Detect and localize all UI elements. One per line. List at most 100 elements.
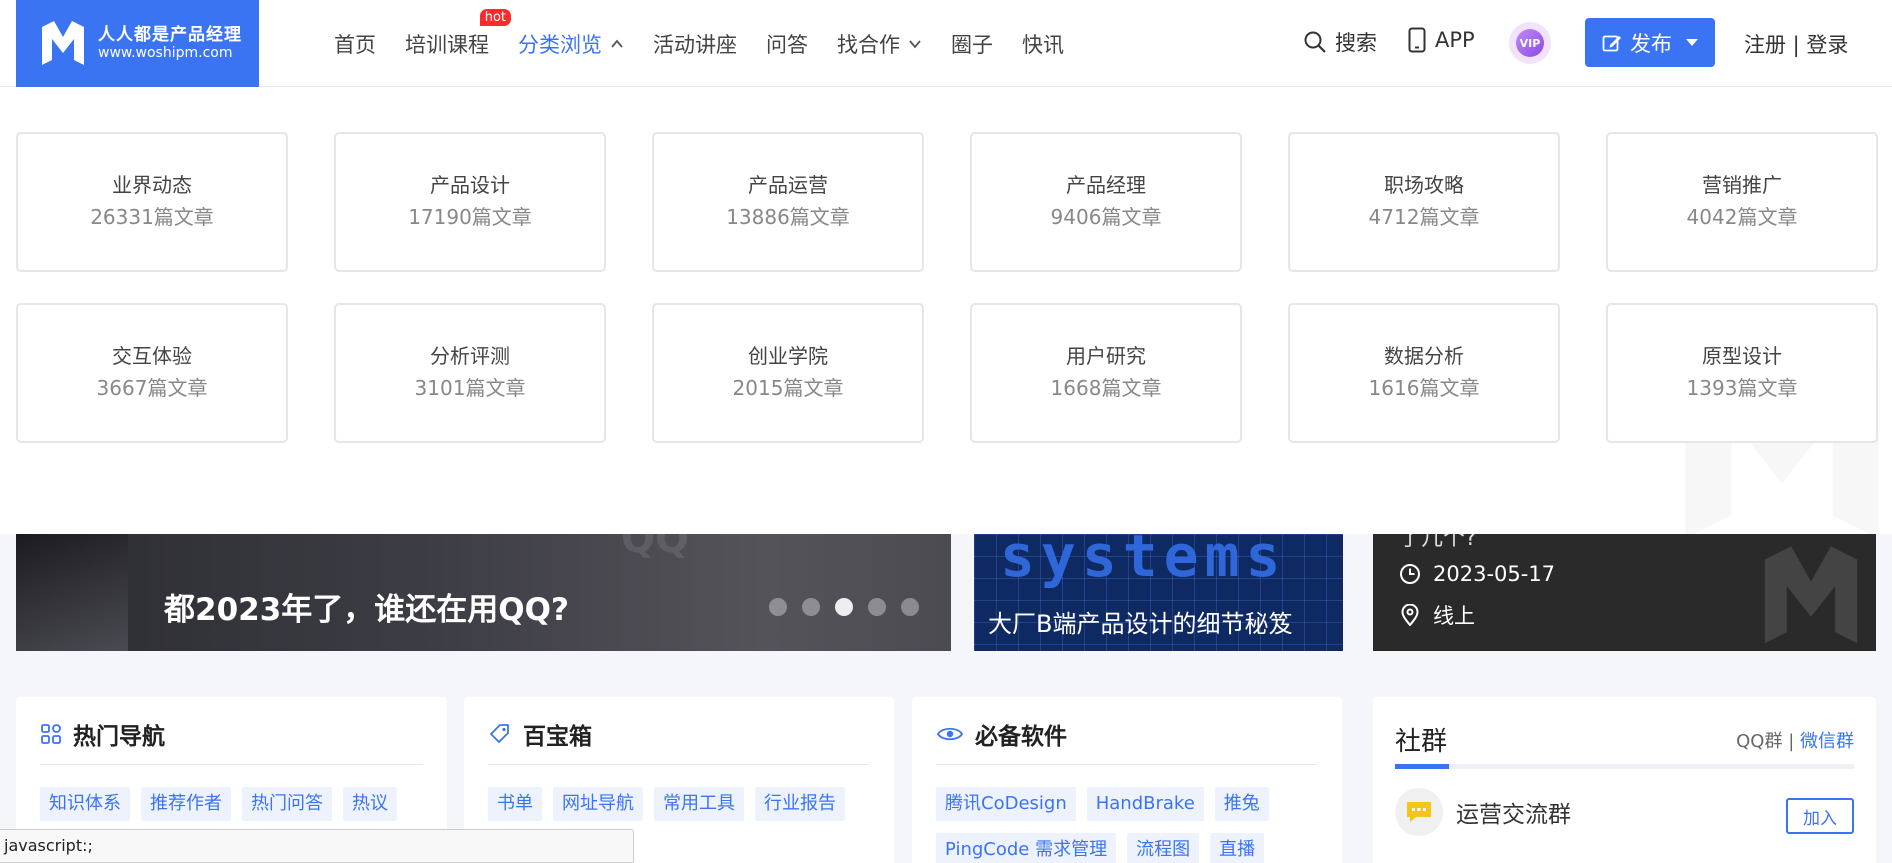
category-card[interactable]: 营销推广 4042篇文章 [1606, 132, 1878, 272]
category-name: 数据分析 [1384, 344, 1464, 368]
watermark-logo-icon [1764, 546, 1858, 644]
card-title: 必备软件 [975, 724, 1067, 750]
tag-link[interactable]: 腾讯CoDesign [936, 787, 1076, 821]
grid-icon [41, 724, 61, 744]
edit-icon [1602, 35, 1621, 51]
category-name: 产品运营 [748, 173, 828, 197]
event-banner[interactable]: 了几个? 2023-05-17 线上 [1373, 534, 1876, 651]
category-card[interactable]: 业界动态 26331篇文章 [16, 132, 288, 272]
logo-url: www.woshipm.com [98, 45, 233, 62]
qq-group-link[interactable]: QQ群 [1736, 731, 1782, 752]
category-article-count: 4042篇文章 [1686, 205, 1798, 229]
tag-link[interactable]: 推荐作者 [141, 787, 231, 821]
search-button[interactable]: 搜索 [1303, 27, 1377, 57]
register-login-link[interactable]: 注册 | 登录 [1744, 29, 1848, 59]
category-article-count: 17190篇文章 [408, 205, 532, 229]
tag-link[interactable]: 常用工具 [654, 787, 744, 821]
tag-link[interactable]: PingCode 需求管理 [936, 833, 1117, 863]
community-group-row: 运营交流群 [1395, 788, 1571, 836]
logo-m-icon [42, 20, 84, 65]
category-card[interactable]: 职场攻略 4712篇文章 [1288, 132, 1560, 272]
tag-link[interactable]: 热门问答 [242, 787, 332, 821]
nav-item-home[interactable]: 首页 [334, 29, 376, 59]
hot-badge: hot [479, 8, 511, 26]
join-button[interactable]: 加入 [1786, 798, 1854, 834]
category-name: 用户研究 [1066, 344, 1146, 368]
caret-down-icon [1686, 39, 1698, 46]
category-card[interactable]: 创业学院 2015篇文章 [652, 303, 924, 443]
card-title: 热门导航 [73, 724, 165, 750]
category-card[interactable]: 用户研究 1668篇文章 [970, 303, 1242, 443]
category-article-count: 1668篇文章 [1050, 376, 1162, 400]
publish-button[interactable]: 发布 [1585, 18, 1715, 67]
chat-bubble-icon [1395, 788, 1443, 836]
category-card[interactable]: 原型设计 1393篇文章 [1606, 303, 1878, 443]
category-article-count: 26331篇文章 [90, 205, 214, 229]
nav-item-circle[interactable]: 圈子 [951, 29, 993, 59]
nav-item-training[interactable]: 培训课程 hot [405, 8, 511, 59]
carousel-dot[interactable] [802, 598, 820, 616]
logo-name: 人人都是产品经理 [98, 24, 242, 45]
wechat-group-link[interactable]: 微信群 [1800, 731, 1854, 752]
tag-link[interactable]: 流程图 [1127, 833, 1200, 863]
category-name: 分析评测 [430, 344, 510, 368]
category-card[interactable]: 产品设计 17190篇文章 [334, 132, 606, 272]
tag-link[interactable]: 推兔 [1214, 787, 1269, 821]
category-card[interactable]: 产品运营 13886篇文章 [652, 132, 924, 272]
main-nav: 首页 培训课程 hot 分类浏览 活动讲座 问答 找合作 圈子 快讯 [334, 0, 1093, 87]
category-article-count: 1616篇文章 [1368, 376, 1480, 400]
nav-item-qa[interactable]: 问答 [766, 29, 808, 59]
nav-item-news[interactable]: 快讯 [1022, 29, 1064, 59]
carousel-dot[interactable] [769, 598, 787, 616]
side-banner[interactable]: systems 大厂B端产品设计的细节秘笈 [974, 534, 1343, 651]
nav-item-cooperation[interactable]: 找合作 [837, 29, 922, 59]
tag-link[interactable]: 知识体系 [40, 787, 130, 821]
category-article-count: 13886篇文章 [726, 205, 850, 229]
carousel-dot[interactable] [901, 598, 919, 616]
tag-link[interactable]: 热议 [343, 787, 397, 821]
tag-list: 知识体系 推荐作者 热门问答 热议 [40, 787, 420, 833]
tag-link[interactable]: 直播 [1210, 833, 1265, 863]
category-article-count: 3101篇文章 [414, 376, 526, 400]
tag-link[interactable]: HandBrake [1086, 787, 1204, 821]
banner-title[interactable]: 都2023年了，谁还在用QQ? [164, 584, 569, 629]
category-card[interactable]: 分析评测 3101篇文章 [334, 303, 606, 443]
app-link[interactable]: APP [1408, 27, 1475, 53]
site-logo[interactable]: 人人都是产品经理 www.woshipm.com [16, 0, 259, 87]
banner-carousel[interactable]: QQ 都2023年了，谁还在用QQ? [16, 534, 951, 651]
nav-item-events[interactable]: 活动讲座 [653, 29, 737, 59]
category-name: 交互体验 [112, 344, 192, 368]
event-date: 2023-05-17 [1399, 562, 1555, 586]
tag-icon [490, 724, 509, 743]
tag-link[interactable]: 网址导航 [553, 787, 643, 821]
carousel-dot[interactable] [835, 598, 853, 616]
category-name: 营销推广 [1702, 173, 1782, 197]
clock-icon [1400, 564, 1420, 584]
category-name: 原型设计 [1702, 344, 1782, 368]
tag-link[interactable]: 书单 [488, 787, 542, 821]
categories-dropdown: 业界动态 26331篇文章 产品设计 17190篇文章 产品运营 13886篇文章 产品经理… [0, 87, 1892, 534]
event-location: 线上 [1399, 600, 1475, 630]
side-banner-title[interactable]: 大厂B端产品设计的细节秘笈 [988, 604, 1292, 639]
category-article-count: 4712篇文章 [1368, 205, 1480, 229]
tag-link[interactable]: 行业报告 [755, 787, 845, 821]
group-name: 运营交流群 [1456, 802, 1571, 828]
card-title: 百宝箱 [523, 724, 592, 750]
category-card[interactable]: 产品经理 9406篇文章 [970, 132, 1242, 272]
search-icon [1304, 31, 1326, 53]
nav-item-categories[interactable]: 分类浏览 [518, 29, 624, 59]
phone-icon [1408, 27, 1426, 53]
carousel-dots [769, 598, 934, 616]
category-name: 产品经理 [1066, 173, 1146, 197]
vip-icon: VIP [1516, 29, 1544, 57]
community-title: 社群 [1395, 727, 1448, 757]
site-header: 人人都是产品经理 www.woshipm.com 首页 培训课程 hot 分类浏… [0, 0, 1892, 87]
tab-indicator [1395, 764, 1449, 769]
carousel-dot[interactable] [868, 598, 886, 616]
browser-status-bar: javascript:; [0, 829, 634, 863]
category-card[interactable]: 数据分析 1616篇文章 [1288, 303, 1560, 443]
category-card[interactable]: 交互体验 3667篇文章 [16, 303, 288, 443]
vip-button[interactable]: VIP [1509, 22, 1551, 64]
chevron-up-icon [611, 39, 623, 48]
category-name: 创业学院 [748, 344, 828, 368]
